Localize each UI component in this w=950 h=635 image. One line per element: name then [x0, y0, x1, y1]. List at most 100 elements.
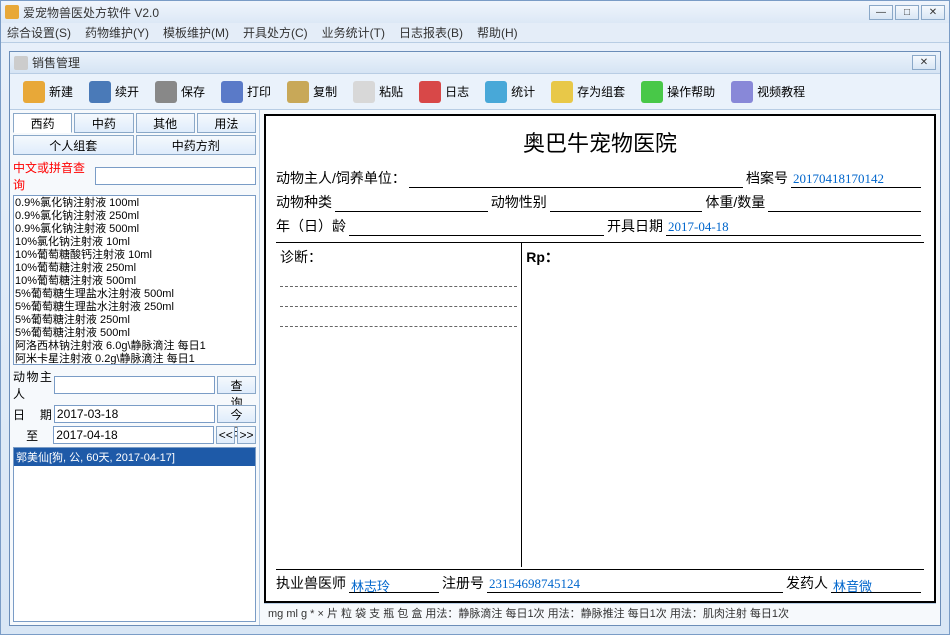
- diagnosis-column[interactable]: 诊断：: [276, 243, 522, 567]
- list-item[interactable]: 阿米卡星注射液 0.2g\静脉滴注 每日1: [15, 353, 254, 365]
- rp-column[interactable]: Rp：: [522, 243, 924, 567]
- inner-title: 销售管理: [32, 54, 910, 71]
- toolbar-button[interactable]: 打印: [214, 78, 278, 106]
- app-window: 爱宠物兽医处方软件 V2.0 — □ ✕ 综合设置(S)药物维护(Y)模板维护(…: [0, 0, 950, 635]
- toolbar-label: 存为组套: [577, 83, 625, 100]
- search-input[interactable]: [95, 167, 256, 185]
- toolbar-icon: [641, 81, 663, 103]
- reg-field[interactable]: 23154698745124: [487, 576, 783, 593]
- toolbar-icon: [155, 81, 177, 103]
- tab[interactable]: 个人组套: [13, 135, 134, 155]
- menu-item[interactable]: 帮助(H): [477, 24, 518, 41]
- rp-label: Rp：: [526, 247, 920, 267]
- toolbar-icon: [419, 81, 441, 103]
- tab[interactable]: 用法: [197, 113, 256, 133]
- tab[interactable]: 西药: [13, 113, 72, 133]
- toolbar-icon: [353, 81, 375, 103]
- list-item[interactable]: 5%葡萄糖注射液 250ml: [15, 314, 254, 327]
- toolbar-button[interactable]: 粘贴: [346, 78, 410, 106]
- pharm-label: 发药人: [786, 573, 828, 593]
- toolbar-button[interactable]: 操作帮助: [634, 78, 722, 106]
- reg-label: 注册号: [442, 573, 484, 593]
- tab[interactable]: 中药方剂: [136, 135, 257, 155]
- record-field[interactable]: 20170418170142: [791, 171, 921, 188]
- list-item[interactable]: 10%葡萄糖注射液 500ml: [15, 275, 254, 288]
- vet-label: 执业兽医师: [276, 573, 346, 593]
- toolbar-button[interactable]: 续开: [82, 78, 146, 106]
- client-area: 销售管理 ✕ 新建续开保存打印复制粘贴日志统计存为组套操作帮助视频教程 西药中药…: [1, 43, 949, 634]
- list-item[interactable]: 10%葡萄糖酸钙注射液 10ml: [15, 249, 254, 262]
- sex-field[interactable]: [550, 195, 703, 212]
- pharm-field[interactable]: 林音微: [831, 576, 921, 593]
- rxdate-field[interactable]: 2017-04-18: [666, 219, 921, 236]
- search-button[interactable]: 查 询: [217, 376, 256, 394]
- list-item[interactable]: 阿洛西林钠注射液 6.0g\静脉滴注 每日1: [15, 340, 254, 353]
- list-item[interactable]: 5%葡萄糖生理盐水注射液 500ml: [15, 288, 254, 301]
- list-item[interactable]: 5%葡萄糖生理盐水注射液 250ml: [15, 301, 254, 314]
- menu-item[interactable]: 日志报表(B): [399, 24, 463, 41]
- inner-titlebar: 销售管理 ✕: [10, 52, 940, 74]
- toolbar-button[interactable]: 复制: [280, 78, 344, 106]
- list-item[interactable]: 郭美仙[狗, 公, 60天, 2017-04-17]: [14, 448, 255, 466]
- age-label: 年（日）龄: [276, 216, 346, 236]
- owner-label: 动物主人: [13, 368, 52, 402]
- left-pane: 西药中药其他用法 个人组套中药方剂 中文或拼音查询 0.9%氯化钠注射液 100…: [10, 110, 260, 625]
- date-from-input[interactable]: [54, 405, 215, 423]
- tabs-row-1: 西药中药其他用法: [13, 113, 256, 133]
- date-to-row: 至 << >>: [13, 426, 256, 444]
- toolbar-label: 日志: [445, 83, 469, 100]
- inner-window: 销售管理 ✕ 新建续开保存打印复制粘贴日志统计存为组套操作帮助视频教程 西药中药…: [9, 51, 941, 626]
- results-list[interactable]: 郭美仙[狗, 公, 60天, 2017-04-17]: [13, 447, 256, 622]
- next-button[interactable]: >>: [237, 426, 256, 444]
- date-label: 日 期: [13, 406, 52, 423]
- inner-close-button[interactable]: ✕: [912, 55, 936, 70]
- toolbar-button[interactable]: 存为组套: [544, 78, 632, 106]
- owner-field[interactable]: [409, 171, 743, 188]
- toolbar-icon: [287, 81, 309, 103]
- tab[interactable]: 其他: [136, 113, 195, 133]
- toolbar-button[interactable]: 视频教程: [724, 78, 812, 106]
- toolbar-label: 打印: [247, 83, 271, 100]
- toolbar-icon: [485, 81, 507, 103]
- tab[interactable]: 中药: [74, 113, 133, 133]
- list-item[interactable]: 0.9%氯化钠注射液 250ml: [15, 210, 254, 223]
- content: 西药中药其他用法 个人组套中药方剂 中文或拼音查询 0.9%氯化钠注射液 100…: [10, 110, 940, 625]
- weight-label: 体重/数量: [705, 192, 765, 212]
- today-button[interactable]: 今 日: [217, 405, 256, 423]
- list-item[interactable]: 10%氯化钠注射液 10ml: [15, 236, 254, 249]
- menu-item[interactable]: 开具处方(C): [243, 24, 308, 41]
- toolbar-label: 新建: [49, 83, 73, 100]
- list-item[interactable]: 5%葡萄糖注射液 500ml: [15, 327, 254, 340]
- age-field[interactable]: [349, 219, 604, 236]
- toolbar-button[interactable]: 日志: [412, 78, 476, 106]
- toolbar-button[interactable]: 新建: [16, 78, 80, 106]
- close-button[interactable]: ✕: [921, 5, 945, 20]
- toolbar-button[interactable]: 保存: [148, 78, 212, 106]
- tabs-row-2: 个人组套中药方剂: [13, 135, 256, 155]
- weight-field[interactable]: [768, 195, 921, 212]
- toolbar-label: 视频教程: [757, 83, 805, 100]
- menu-item[interactable]: 模板维护(M): [163, 24, 229, 41]
- rxdate-label: 开具日期: [607, 216, 663, 236]
- date-to-input[interactable]: [53, 426, 214, 444]
- medicine-list[interactable]: 0.9%氯化钠注射液 100ml0.9%氯化钠注射液 250ml0.9%氯化钠注…: [13, 195, 256, 365]
- list-item[interactable]: 0.9%氯化钠注射液 500ml: [15, 223, 254, 236]
- toolbar-icon: [23, 81, 45, 103]
- vet-field[interactable]: 林志玲: [349, 576, 439, 593]
- inner-icon: [14, 56, 28, 70]
- menu-item[interactable]: 药物维护(Y): [85, 24, 149, 41]
- toolbar-button[interactable]: 统计: [478, 78, 542, 106]
- menu-item[interactable]: 业务统计(T): [322, 24, 385, 41]
- app-icon: [5, 5, 19, 19]
- list-item[interactable]: 10%葡萄糖注射液 250ml: [15, 262, 254, 275]
- to-label: 至: [13, 427, 51, 444]
- status-bar: mg ml g * × 片 粒 袋 支 瓶 包 盒 用法：静脉滴注 每日1次 用…: [264, 603, 936, 621]
- owner-field-label: 动物主人/饲养单位：: [276, 168, 406, 188]
- prev-button[interactable]: <<: [216, 426, 235, 444]
- maximize-button[interactable]: □: [895, 5, 919, 20]
- species-field[interactable]: [335, 195, 488, 212]
- list-item[interactable]: 0.9%氯化钠注射液 100ml: [15, 197, 254, 210]
- minimize-button[interactable]: —: [869, 5, 893, 20]
- owner-input[interactable]: [54, 376, 215, 394]
- menu-item[interactable]: 综合设置(S): [7, 24, 71, 41]
